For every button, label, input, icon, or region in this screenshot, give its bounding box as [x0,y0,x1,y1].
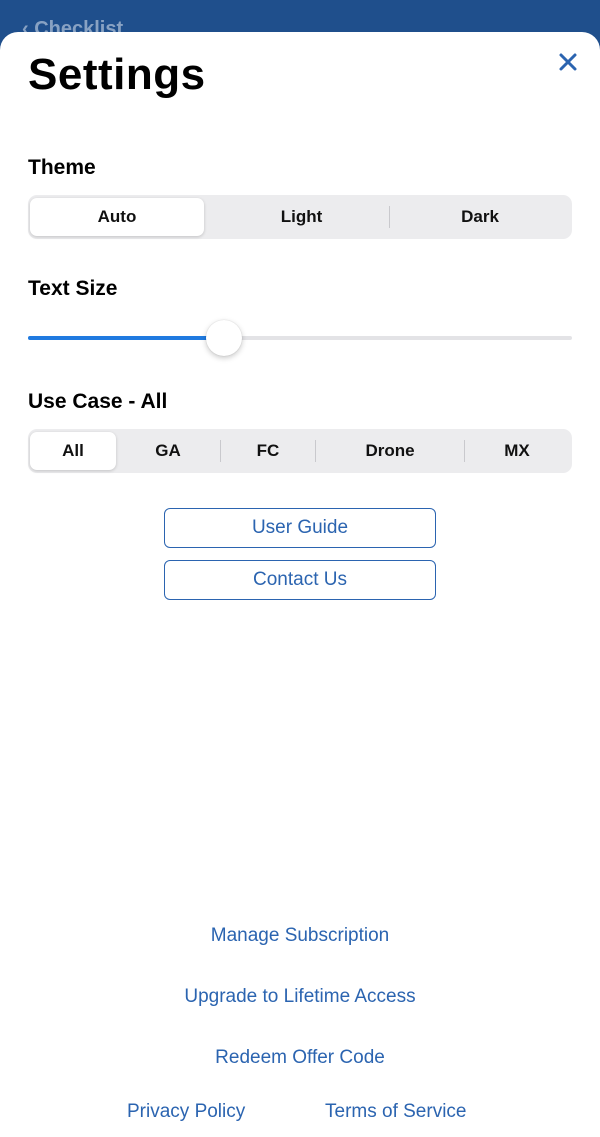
upgrade-lifetime-link[interactable]: Upgrade to Lifetime Access [0,986,600,1008]
settings-sheet: Settings Theme Auto Light Dark Text Size… [0,32,600,1137]
theme-option-dark[interactable]: Dark [390,198,570,236]
theme-label: Theme [28,156,96,179]
slider-thumb[interactable] [206,320,242,356]
manage-subscription-link[interactable]: Manage Subscription [0,925,600,947]
contact-us-button[interactable]: Contact Us [164,560,436,600]
privacy-policy-link[interactable]: Privacy Policy [127,1101,245,1123]
use-case-segmented-control: All GA FC Drone MX [28,429,572,473]
terms-of-service-link[interactable]: Terms of Service [325,1101,466,1123]
close-button[interactable] [554,48,582,76]
use-case-option-fc[interactable]: FC [221,432,315,470]
use-case-option-drone[interactable]: Drone [316,432,464,470]
use-case-label: Use Case - All [28,390,168,413]
text-size-label: Text Size [28,277,118,300]
theme-option-light[interactable]: Light [214,198,389,236]
close-icon [559,53,577,71]
use-case-option-ga[interactable]: GA [116,432,220,470]
redeem-offer-code-link[interactable]: Redeem Offer Code [0,1047,600,1069]
theme-segmented-control: Auto Light Dark [28,195,572,239]
user-guide-button[interactable]: User Guide [164,508,436,548]
page-title: Settings [28,50,206,99]
text-size-slider[interactable] [28,318,572,358]
use-case-option-mx[interactable]: MX [465,432,569,470]
theme-option-auto[interactable]: Auto [30,198,204,236]
use-case-option-all[interactable]: All [30,432,116,470]
slider-fill [28,336,224,340]
